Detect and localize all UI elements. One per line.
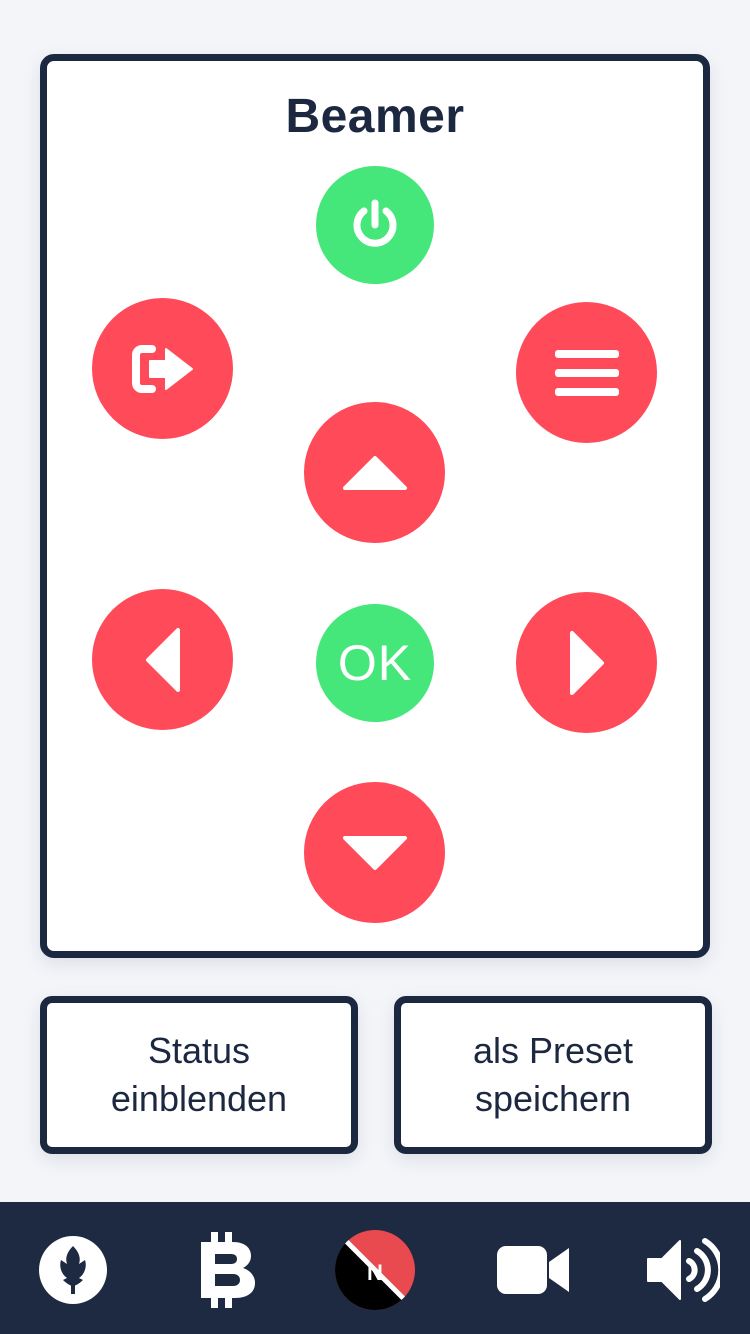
input-source-button[interactable] — [92, 298, 233, 439]
caret-up-icon — [342, 455, 408, 491]
caret-down-icon — [342, 835, 408, 871]
bottom-nav: N — [0, 1202, 750, 1334]
sign-out-icon — [130, 342, 196, 396]
show-status-label: Status einblenden — [110, 1030, 288, 1119]
rebel-alliance-icon — [37, 1234, 109, 1306]
power-button[interactable] — [316, 166, 434, 284]
volume-up-icon — [644, 1235, 720, 1305]
save-preset-label: als Preset speichern — [472, 1030, 634, 1119]
no-signal-badge-icon: N — [335, 1230, 415, 1310]
ok-label: OK — [337, 635, 413, 691]
save-preset-button[interactable]: als Preset speichern — [394, 996, 712, 1154]
right-button[interactable] — [516, 592, 657, 733]
caret-left-icon — [145, 627, 181, 693]
remote-panel: Beamer OK — [40, 54, 710, 958]
left-button[interactable] — [92, 589, 233, 730]
caret-right-icon — [569, 630, 605, 696]
nav-item-video[interactable] — [493, 1230, 573, 1310]
menu-button[interactable] — [516, 302, 657, 443]
nav-item-no-signal[interactable]: N — [335, 1230, 415, 1310]
up-button[interactable] — [304, 402, 445, 543]
nav-item-volume[interactable] — [642, 1230, 722, 1310]
no-signal-badge-label: N — [367, 1260, 383, 1285]
remote-title: Beamer — [285, 90, 465, 143]
menu-bars-icon — [554, 348, 619, 398]
ok-button[interactable]: OK — [316, 604, 434, 722]
nav-item-rebel[interactable] — [33, 1230, 113, 1310]
nav-item-bitcoin[interactable] — [186, 1230, 266, 1310]
show-status-button[interactable]: Status einblenden — [40, 996, 358, 1154]
video-camera-icon — [495, 1242, 571, 1298]
bitcoin-icon — [193, 1230, 259, 1310]
power-icon — [345, 195, 405, 255]
down-button[interactable] — [304, 782, 445, 923]
